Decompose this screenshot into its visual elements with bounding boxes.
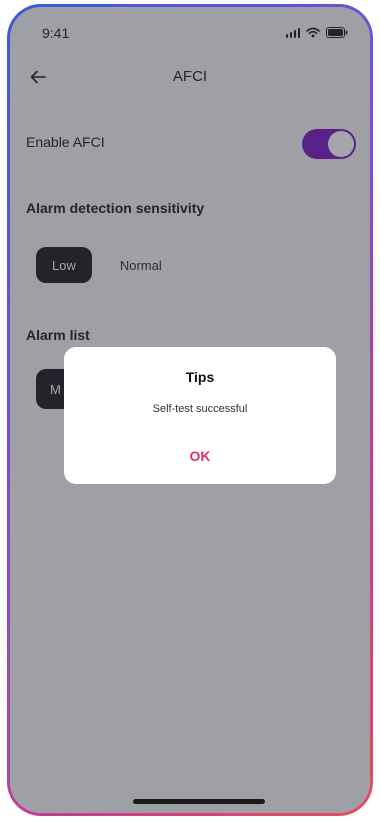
dialog-message: Self-test successful <box>152 403 248 415</box>
app-screen: 9:41 AFCI Enable AFCI Alarm detection se… <box>10 7 370 813</box>
home-indicator[interactable] <box>133 799 265 804</box>
phone-frame: 9:41 AFCI Enable AFCI Alarm detection se… <box>7 4 373 816</box>
ok-button[interactable]: OK <box>64 447 336 465</box>
dialog-title: Tips <box>185 369 215 385</box>
tips-dialog: Tips Self-test successful OK <box>64 347 336 484</box>
